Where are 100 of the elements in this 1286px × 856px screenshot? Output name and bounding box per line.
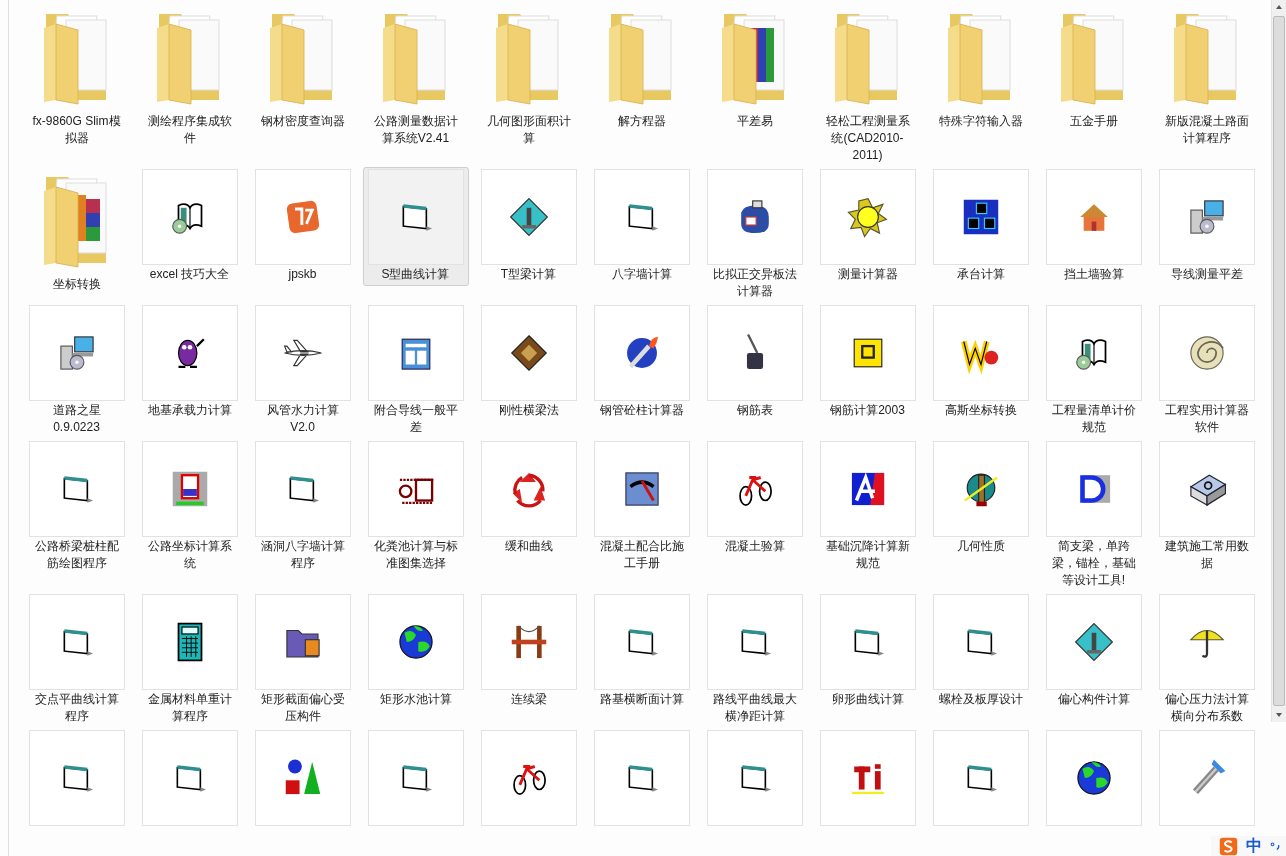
ime-mode[interactable]: 中	[1246, 836, 1262, 856]
file-item[interactable]: 化粪池计算与标准图集选择	[362, 439, 469, 575]
file-item[interactable]: 混凝土配合比施工手册	[588, 439, 695, 575]
file-item[interactable]: 测量计算器	[814, 167, 921, 286]
file-item[interactable]: 偏心压力法计算横向分布系数	[1153, 592, 1260, 728]
file-item[interactable]: 附合导线一般平差	[362, 303, 469, 439]
file-name: 公路测量数据计算系统V2.41	[372, 113, 459, 147]
file-name: 卵形曲线计算	[830, 691, 905, 708]
file-item[interactable]: 金属材料单重计算程序	[136, 592, 243, 728]
file-name: 钢筋计算2003	[829, 402, 906, 419]
file-item[interactable]: 路线平曲线最大横净距计算	[701, 592, 808, 728]
folder-item[interactable]: 五金手册	[1040, 4, 1147, 133]
file-name: 混凝土配合比施工手册	[598, 538, 685, 572]
file-name: 新版混凝土路面计算程序	[1163, 113, 1250, 147]
file-item[interactable]: 简支梁，单跨梁，锚栓，基础等设计工具!	[1040, 439, 1147, 592]
file-item[interactable]: 几何性质	[927, 439, 1034, 558]
file-name: fx-9860G Slim模拟器	[31, 113, 122, 147]
folder-item[interactable]: 钢材密度查询器	[249, 4, 356, 133]
file-name: 交点平曲线计算程序	[33, 691, 120, 725]
file-name: 测绘程序集成软件	[146, 113, 233, 147]
file-name: 承台计算	[955, 266, 1006, 283]
file-name: 工程实用计算器软件	[1163, 402, 1250, 436]
file-name: 化粪池计算与标准图集选择	[372, 538, 459, 572]
file-item[interactable]: 道路之星0.9.0223	[23, 303, 130, 439]
file-item[interactable]: 工程量清单计价规范	[1040, 303, 1147, 439]
file-name: 基础沉降计算新规范	[824, 538, 911, 572]
folder-item[interactable]: 特殊字符输入器	[927, 4, 1034, 133]
scroll-thumb[interactable]	[1273, 16, 1285, 706]
file-name: 平差易	[735, 113, 774, 130]
file-item[interactable]: 矩形截面偏心受压构件	[249, 592, 356, 728]
file-item[interactable]: 螺栓及板厚设计	[927, 592, 1034, 711]
file-name: 建筑施工常用数据	[1163, 538, 1250, 572]
file-item[interactable]: jpskb	[249, 167, 356, 286]
file-item[interactable]: 偏心构件计算	[1040, 592, 1147, 711]
file-item[interactable]: 挡土墙验算	[1040, 167, 1147, 286]
file-name: 连续梁	[509, 691, 548, 708]
file-name: 解方程器	[616, 113, 667, 130]
file-item[interactable]: 公路坐标计算系统	[136, 439, 243, 575]
file-name: 比拟正交异板法计算器	[711, 266, 798, 300]
file-item[interactable]: S型曲线计算	[362, 167, 469, 286]
file-item[interactable]: 连续梁	[475, 592, 582, 711]
file-name: 钢材密度查询器	[259, 113, 346, 130]
file-item[interactable]: 建筑施工常用数据	[1153, 439, 1260, 575]
file-name: 工程量清单计价规范	[1050, 402, 1137, 436]
folder-item[interactable]: 解方程器	[588, 4, 695, 133]
file-item[interactable]: 基础沉降计算新规范	[814, 439, 921, 575]
file-name: 挡土墙验算	[1062, 266, 1125, 283]
file-name: 矩形截面偏心受压构件	[259, 691, 346, 725]
file-item[interactable]: 卵形曲线计算	[814, 592, 921, 711]
file-name: 金属材料单重计算程序	[146, 691, 233, 725]
file-name: 风管水力计算V2.0	[265, 402, 340, 436]
file-item[interactable]: 工程实用计算器软件	[1153, 303, 1260, 439]
file-item[interactable]: T型梁计算	[475, 167, 582, 286]
file-item[interactable]: 缓和曲线	[475, 439, 582, 558]
file-item[interactable]: 矩形水池计算	[362, 592, 469, 711]
file-name: 几何图形面积计算	[485, 113, 572, 147]
folder-item[interactable]: 几何图形面积计算	[475, 4, 582, 150]
file-item[interactable]: 八字墙计算	[588, 167, 695, 286]
file-item[interactable]: 钢筋计算2003	[814, 303, 921, 422]
file-name: 高斯坐标转换	[943, 402, 1018, 419]
folder-item[interactable]: fx-9860G Slim模拟器	[23, 4, 130, 150]
file-name: 简支梁，单跨梁，锚栓，基础等设计工具!	[1050, 538, 1137, 589]
file-item[interactable]: 路基横断面计算	[588, 592, 695, 711]
file-item[interactable]: 导线测量平差	[1153, 167, 1260, 286]
folder-item[interactable]: 新版混凝土路面计算程序	[1153, 4, 1260, 150]
file-name: 路基横断面计算	[598, 691, 685, 708]
file-item[interactable]: 钢管砼柱计算器	[588, 303, 695, 422]
file-item[interactable]: 高斯坐标转换	[927, 303, 1034, 422]
file-item[interactable]: 钢筋表	[701, 303, 808, 422]
file-item[interactable]: 风管水力计算V2.0	[249, 303, 356, 439]
file-name: 八字墙计算	[610, 266, 673, 283]
file-name: 导线测量平差	[1169, 266, 1244, 283]
file-item[interactable]: 涵洞八字墙计算程序	[249, 439, 356, 575]
file-name: 测量计算器	[836, 266, 899, 283]
folder-item[interactable]: 轻松工程测量系统(CAD2010-2011)	[814, 4, 921, 167]
file-name: 涵洞八字墙计算程序	[259, 538, 346, 572]
file-name: 附合导线一般平差	[372, 402, 459, 436]
file-name: 公路桥梁桩柱配筋绘图程序	[33, 538, 120, 572]
file-item[interactable]: 刚性横梁法	[475, 303, 582, 422]
ime-logo-icon[interactable]	[1219, 836, 1238, 856]
file-item[interactable]: 公路桥梁桩柱配筋绘图程序	[23, 439, 130, 575]
folder-item[interactable]: 平差易	[701, 4, 808, 133]
file-item[interactable]: 混凝土验算	[701, 439, 808, 558]
folder-item[interactable]: 测绘程序集成软件	[136, 4, 243, 150]
file-item[interactable]: 承台计算	[927, 167, 1034, 286]
file-name: 道路之星0.9.0223	[51, 402, 102, 436]
file-name: 偏心压力法计算横向分布系数	[1163, 691, 1250, 725]
file-name: 螺栓及板厚设计	[937, 691, 1024, 708]
file-name: 偏心构件计算	[1056, 691, 1131, 708]
file-name: 钢管砼柱计算器	[598, 402, 685, 419]
punctuation-icon[interactable]	[1270, 839, 1282, 853]
folder-item[interactable]: 坐标转换	[23, 167, 130, 296]
file-item[interactable]: excel 技巧大全	[136, 167, 243, 286]
file-name: 混凝土验算	[723, 538, 786, 555]
file-name: excel 技巧大全	[148, 266, 231, 283]
folder-item[interactable]: 公路测量数据计算系统V2.41	[362, 4, 469, 150]
file-item[interactable]: 比拟正交异板法计算器	[701, 167, 808, 303]
scrollbar[interactable]	[1271, 0, 1286, 722]
file-item[interactable]: 交点平曲线计算程序	[23, 592, 130, 728]
file-item[interactable]: 地基承载力计算	[136, 303, 243, 422]
